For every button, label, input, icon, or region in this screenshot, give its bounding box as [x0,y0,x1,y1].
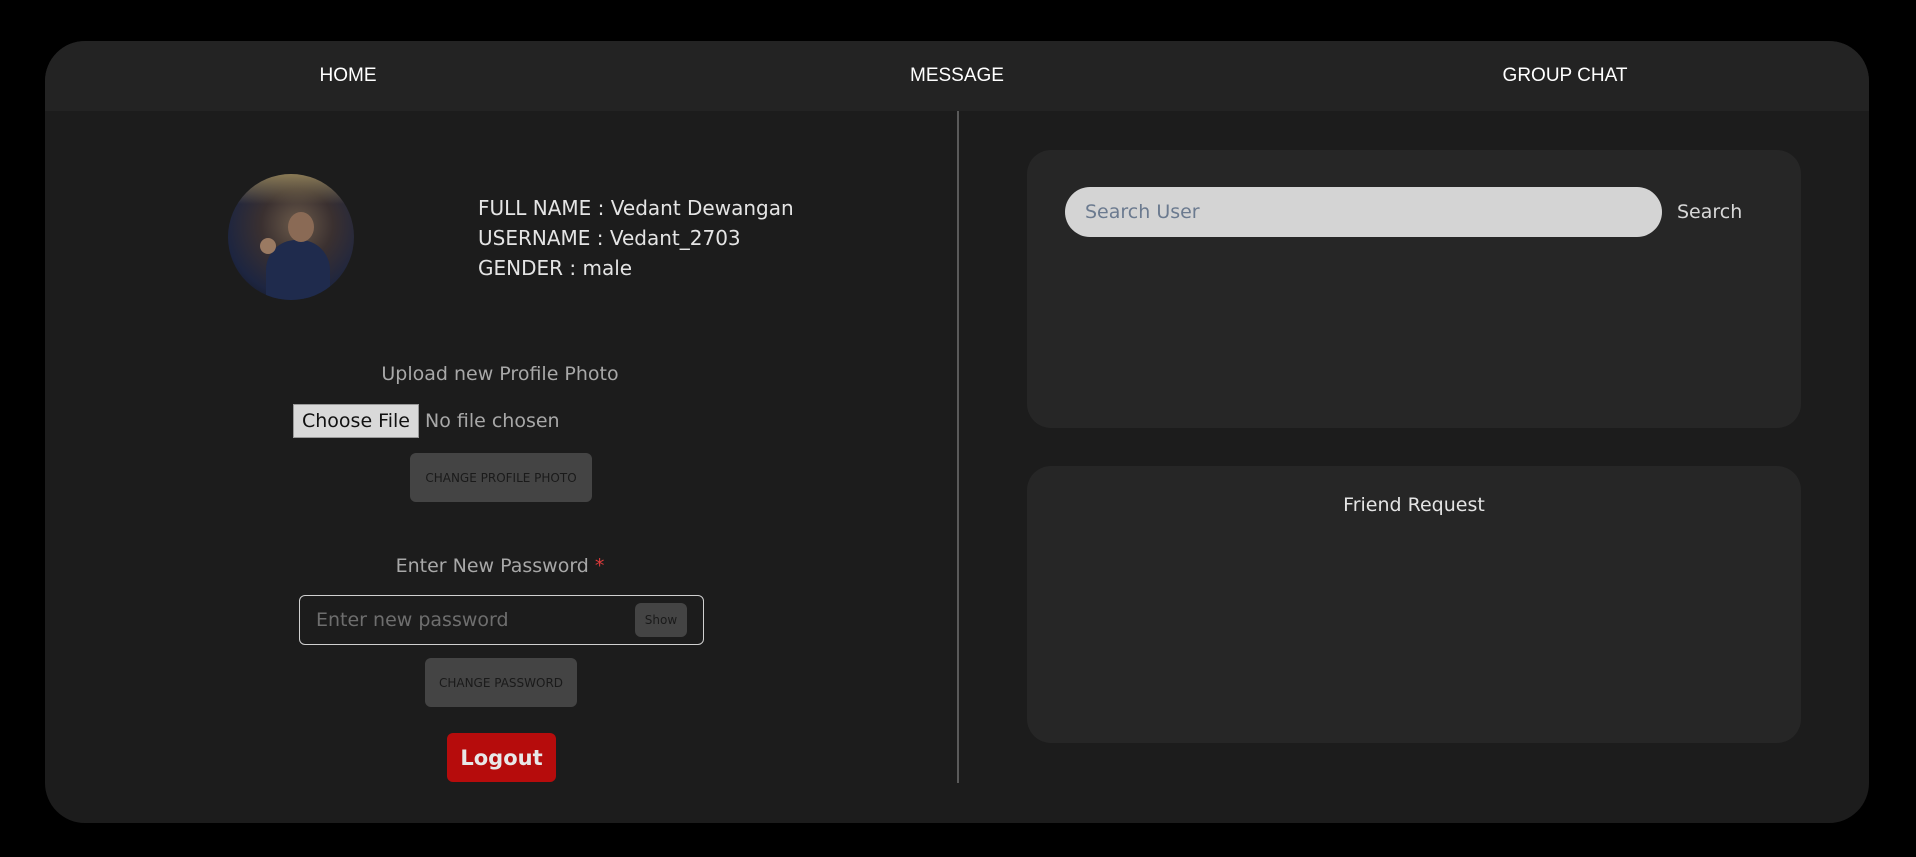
search-card: Search [1027,150,1801,428]
nav-message[interactable]: MESSAGE [910,41,1004,111]
search-input[interactable] [1065,187,1662,237]
logout-button[interactable]: Logout [447,733,556,782]
friend-request-title: Friend Request [1343,494,1485,516]
new-password-label-text: Enter New Password [395,555,589,577]
nav-group-chat[interactable]: GROUP CHAT [1503,41,1628,111]
change-password-button[interactable]: CHANGE PASSWORD [425,658,577,707]
file-input: Choose File No file chosen [293,404,560,438]
show-password-button[interactable]: Show [635,603,687,637]
friend-request-card: Friend Request [1027,466,1801,743]
choose-file-button[interactable]: Choose File [293,404,419,438]
gender: GENDER : male [478,256,633,280]
new-password-label: Enter New Password * [396,555,605,577]
top-nav: HOME MESSAGE GROUP CHAT [45,41,1869,111]
file-status: No file chosen [424,410,560,432]
panel-divider [957,111,959,783]
upload-photo-label: Upload new Profile Photo [381,363,619,385]
profile-info: FULL NAME : Vedant Dewangan USERNAME : V… [478,193,794,283]
avatar [228,174,354,300]
nav-home[interactable]: HOME [320,41,377,111]
full-name: FULL NAME : Vedant Dewangan [478,196,794,220]
search-button[interactable]: Search [1677,187,1742,237]
password-field: Show [299,595,704,645]
required-mark: * [594,555,605,577]
change-profile-photo-button[interactable]: CHANGE PROFILE PHOTO [410,453,592,502]
username: USERNAME : Vedant_2703 [478,226,741,250]
new-password-input[interactable] [316,604,616,636]
app-window: HOME MESSAGE GROUP CHAT FULL NAME : Veda… [45,41,1869,823]
